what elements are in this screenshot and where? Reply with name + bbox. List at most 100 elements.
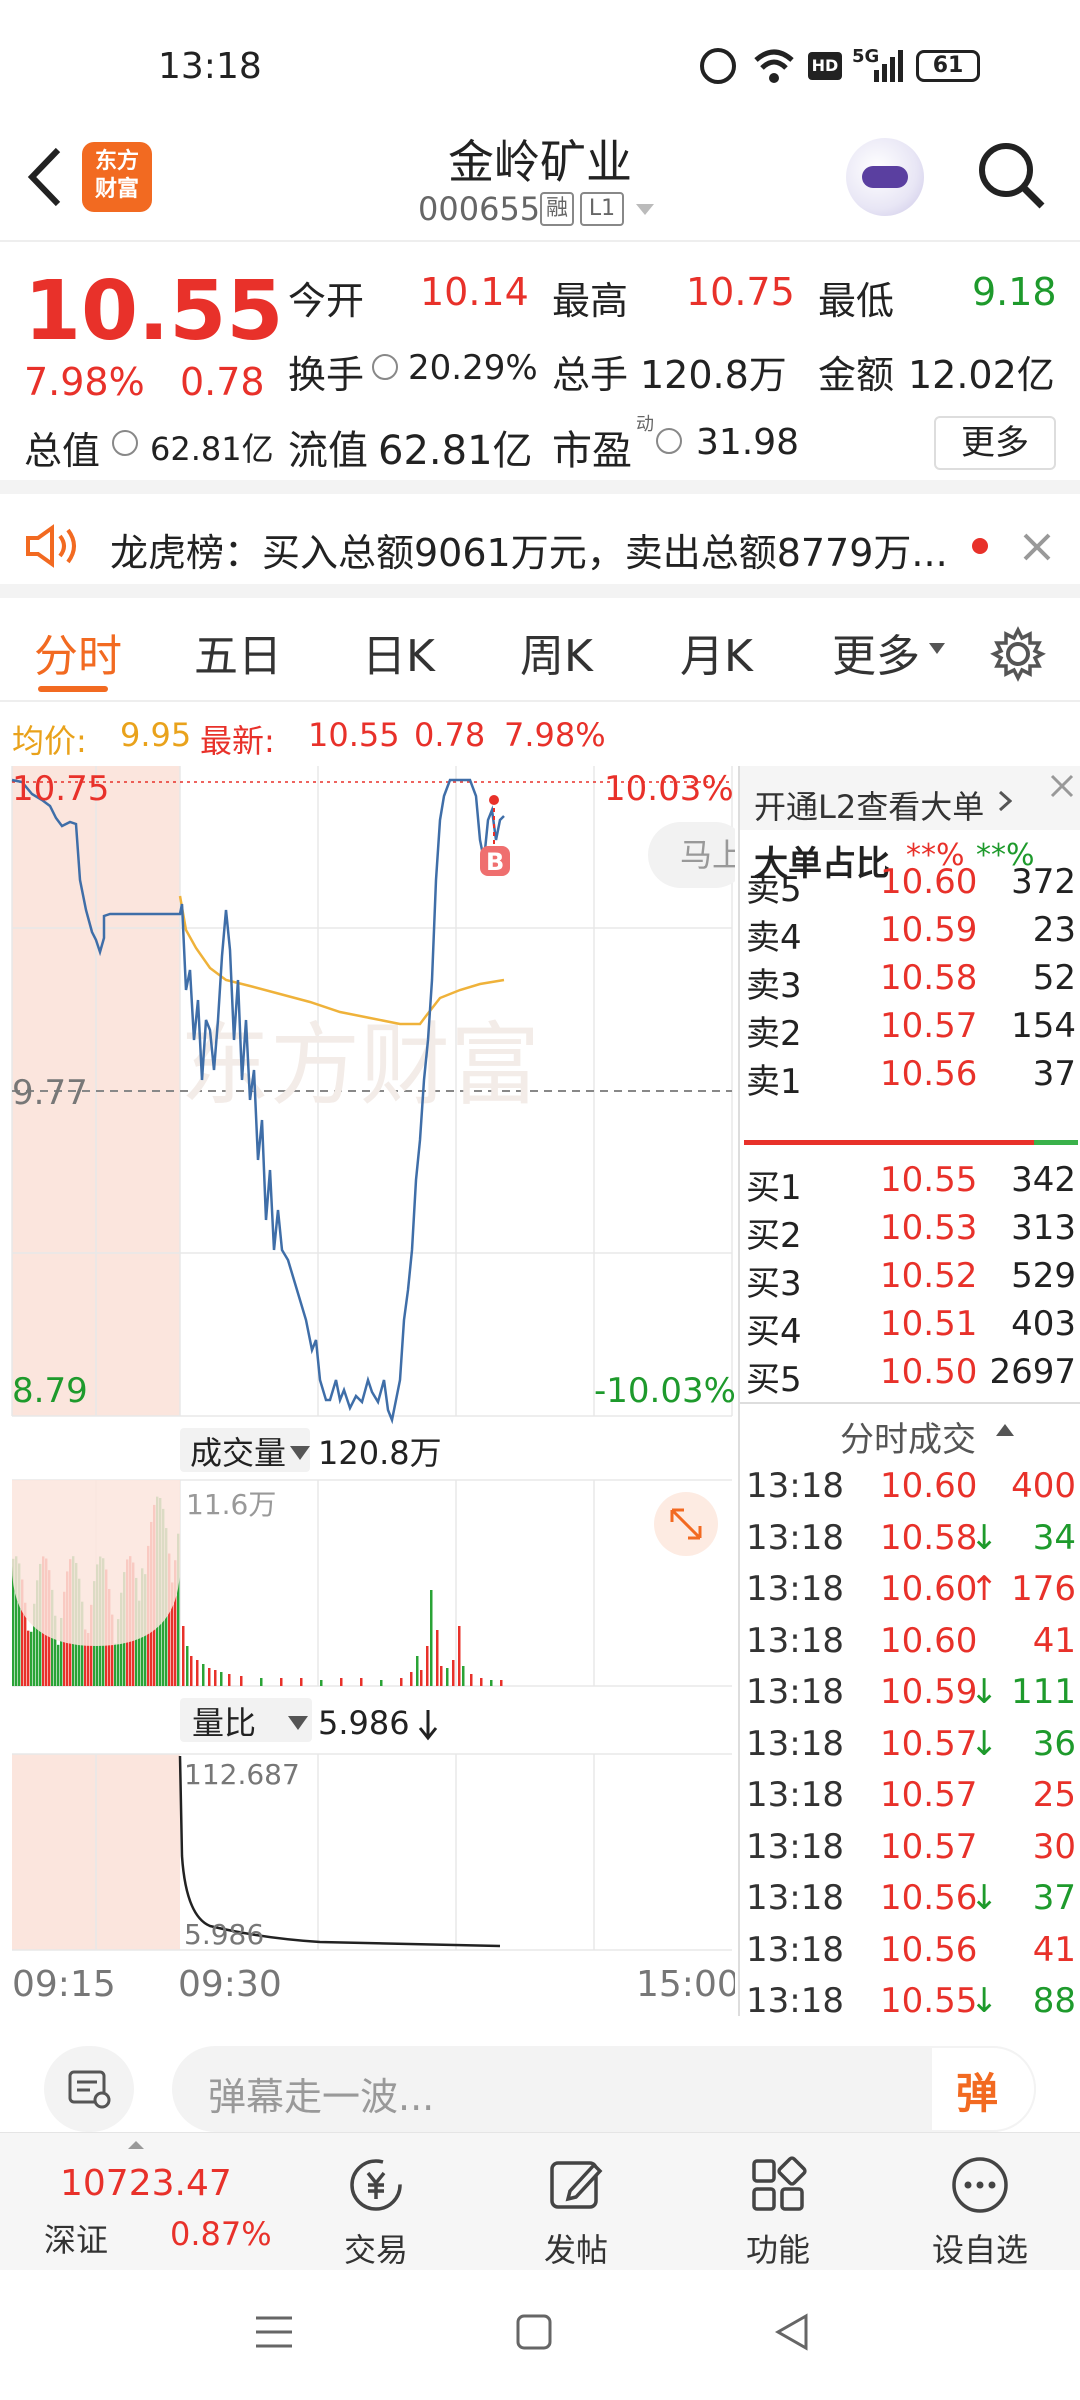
level-volume: 23 [1032, 910, 1076, 950]
l2-banner[interactable]: 开通L2查看大单 [740, 766, 1080, 830]
level-volume: 529 [1011, 1256, 1076, 1296]
volume-value: 120.8万 [640, 353, 787, 397]
close-icon[interactable] [1048, 772, 1076, 800]
volume-bar [426, 1646, 429, 1686]
sell-level-row[interactable]: 卖1 10.56 37 [740, 1054, 1080, 1102]
chevron-down-icon[interactable] [634, 202, 656, 218]
info-icon[interactable] [112, 430, 138, 456]
index-percent[interactable]: 0.87% [170, 2215, 272, 2253]
back-icon[interactable] [772, 2312, 812, 2352]
danmu-send-button[interactable]: 弹 [930, 2046, 1036, 2132]
mktcap-label: 总值 [24, 429, 101, 473]
trade-time: 13:18 [746, 1569, 844, 1609]
level-price: 10.53 [880, 1208, 978, 1248]
menu-icon[interactable] [254, 2312, 294, 2352]
hd-icon: HD [808, 52, 842, 80]
more-button[interactable]: 更多 [934, 416, 1056, 470]
volume-bar [500, 1680, 503, 1686]
change-amount: 0.78 [180, 360, 265, 404]
intraday-chart-area[interactable]: 东方财富 B 马上 10.75 10.03% 9.77 8.79 -10.03%… [0, 766, 748, 2016]
robot-assistant-icon[interactable] [846, 138, 924, 216]
tab-five-day[interactable]: 五日 [194, 620, 282, 684]
trade-time: 13:18 [746, 1826, 844, 1867]
level1-badge[interactable]: L1 [580, 192, 624, 226]
level-volume: 372 [1011, 862, 1076, 902]
trade-price: 10.57 [880, 1723, 978, 1764]
comment-bar: 弹幕走一波... 弹 [0, 2016, 1080, 2132]
trades-title[interactable]: 分时成交 [840, 1412, 976, 1461]
app-logo[interactable]: 东方 财富 [82, 142, 152, 212]
system-nav-bar [0, 2270, 1080, 2400]
trade-row: 13:18 10.59 ↓ 111 [740, 1672, 1080, 1724]
trade-arrow: ↓ [970, 1981, 999, 2021]
float-value: 62.81亿 [378, 428, 533, 474]
tab-intraday[interactable]: 分时 [34, 620, 122, 684]
vol-label: 成交量 [190, 1434, 286, 1472]
trade-volume: 36 [1032, 1723, 1076, 1764]
open-value: 10.14 [420, 270, 529, 314]
caret-up-icon[interactable] [126, 2139, 146, 2151]
level-volume: 2697 [989, 1352, 1076, 1392]
caret-up-icon[interactable] [994, 1422, 1016, 1438]
back-arrow-icon[interactable] [24, 146, 64, 208]
trade-price: 10.60 [880, 1466, 978, 1506]
sell-level-row[interactable]: 卖4 10.59 23 [740, 910, 1080, 958]
level-price: 10.51 [880, 1304, 978, 1344]
tab-underline [38, 686, 108, 692]
alarm-icon [700, 48, 736, 84]
tab-more[interactable]: 更多 [832, 620, 920, 684]
vol-value: 120.8万 [318, 1434, 442, 1472]
volume-bar [182, 1626, 185, 1686]
volume-bar [196, 1660, 199, 1686]
home-icon[interactable] [514, 2312, 554, 2352]
grid-icon [752, 2156, 807, 2211]
last-price: 10.55 [24, 264, 284, 359]
level-label: 卖4 [746, 918, 802, 958]
trade-time: 13:18 [746, 1672, 844, 1712]
divider [740, 1402, 1080, 1404]
tab-monthly-k[interactable]: 月K [680, 620, 753, 684]
nav-add-watchlist[interactable]: 设自选 [910, 2153, 1050, 2271]
buy-level-row[interactable]: 买1 10.55 342 [740, 1160, 1080, 1208]
danmu-settings-button[interactable] [44, 2046, 134, 2132]
notice-bar[interactable]: 龙虎榜：买入总额9061万元，卖出总额8779万... [0, 494, 1080, 598]
nav-functions[interactable]: 功能 [708, 2153, 848, 2271]
tab-daily-k[interactable]: 日K [362, 620, 435, 684]
buy-level-row[interactable]: 买4 10.51 403 [740, 1304, 1080, 1352]
index-name[interactable]: 深证 [44, 2215, 108, 2261]
danmu-input[interactable]: 弹幕走一波... 弹 [172, 2046, 1036, 2132]
volume-bar [220, 1672, 223, 1686]
search-icon[interactable] [976, 140, 1048, 212]
buy-level-row[interactable]: 买2 10.53 313 [740, 1208, 1080, 1256]
gear-icon[interactable] [990, 626, 1046, 682]
danmu-settings-icon [68, 2070, 111, 2109]
low-value: 9.18 [972, 270, 1057, 314]
close-icon[interactable] [1022, 532, 1052, 562]
latest-value: 10.55 [308, 716, 400, 754]
sell-level-row[interactable]: 卖3 10.58 52 [740, 958, 1080, 1006]
turnover-label: 换手 [288, 353, 365, 397]
volume-bar [420, 1670, 423, 1686]
index-value[interactable]: 10723.47 [60, 2163, 232, 2204]
buy-level-row[interactable]: 买5 10.50 2697 [740, 1352, 1080, 1400]
volume-bar [462, 1666, 465, 1686]
info-icon[interactable] [372, 354, 398, 380]
nav-trade[interactable]: 交易 [306, 2153, 446, 2271]
level-volume: 403 [1011, 1304, 1076, 1344]
sell-level-row[interactable]: 卖5 10.60 372 [740, 862, 1080, 910]
trade-row: 13:18 10.60 41 [740, 1621, 1080, 1673]
info-icon[interactable] [656, 428, 682, 454]
notice-text[interactable]: 龙虎榜：买入总额9061万元，卖出总额8779万... [110, 522, 950, 577]
sell-level-row[interactable]: 卖2 10.57 154 [740, 1006, 1080, 1054]
mktcap-value: 62.81亿 [150, 430, 274, 468]
buy-level-row[interactable]: 买3 10.52 529 [740, 1256, 1080, 1304]
volume-bar [490, 1680, 493, 1686]
danmu-button-text: 弹 [956, 2069, 999, 2118]
nav-post[interactable]: 发帖 [506, 2153, 646, 2271]
tab-weekly-k[interactable]: 周K [520, 620, 593, 684]
caret-down-icon[interactable] [928, 642, 946, 656]
quote-panel: 10.55 7.98% 0.78 总值 62.81亿 今开 10.14 最高 1… [0, 244, 1080, 494]
bid-ask-bar-green [1034, 1140, 1078, 1145]
ratio-label: 量比 [192, 1704, 256, 1742]
level-volume: 313 [1011, 1208, 1076, 1248]
